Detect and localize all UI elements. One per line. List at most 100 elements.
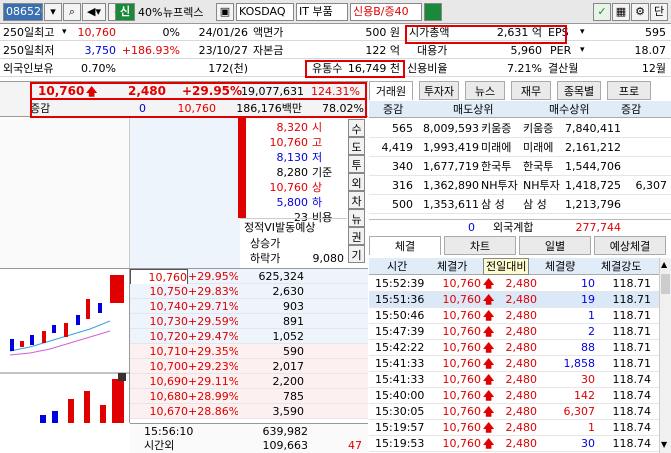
side-label-button[interactable]: 기	[348, 245, 365, 263]
trade-strength: 118.74	[612, 373, 652, 386]
tab-3[interactable]: 재무	[511, 81, 551, 100]
trade-row[interactable]: 15:41:33 10,760 🡅 2,480 30 118.74	[369, 372, 659, 388]
ob-qty: 590	[283, 345, 304, 358]
trade-time: 15:41:33	[375, 357, 425, 370]
side-label-button[interactable]: 차	[348, 191, 365, 209]
orderbook-row[interactable]: 10,670 +28.86% 3,590	[130, 404, 368, 419]
trade-qty: 88	[581, 341, 595, 354]
side-label-button[interactable]: 투	[348, 155, 365, 173]
trade-tab-3[interactable]: 예상체결	[594, 236, 666, 255]
ob-price: 10,730	[149, 315, 189, 328]
orderbook-row[interactable]: 10,700 +29.23% 2,017	[130, 359, 368, 374]
trade-row[interactable]: 15:19:53 10,760 🡅 2,480 30 118.74	[369, 436, 659, 452]
orderbook-row[interactable]: 10,710 +29.35% 590	[130, 344, 368, 359]
label-market-cap: 시가총액	[409, 26, 450, 39]
orderbook-row[interactable]: 10,680 +28.99% 785	[130, 389, 368, 404]
info-panel: 250일최고 ▾ 10,760 0% 24/01/26 액면가 500 원 시가…	[0, 25, 671, 79]
info-row-3: 외국인보유 0.70% 172(천) 유통수 16,749 천 신용비율 7.2…	[0, 61, 671, 77]
trade-time: 15:47:39	[375, 325, 425, 338]
side-label-button[interactable]: 수	[348, 119, 365, 137]
trade-row[interactable]: 15:42:22 10,760 🡅 2,480 88 118.71	[369, 340, 659, 356]
broker-buy-name: 미래에	[523, 141, 554, 154]
broker-buy-volume: 1,213,796	[565, 198, 621, 211]
side-label-button[interactable]: 도	[348, 137, 365, 155]
ob-qty: 3,590	[272, 405, 305, 418]
trade-tab-0[interactable]: 체결	[369, 236, 441, 255]
mini-chart[interactable]	[0, 268, 130, 423]
side-label-button[interactable]: 뉴	[348, 209, 365, 227]
volume: 19,077,631	[241, 85, 304, 98]
tab-0[interactable]: 거래원	[369, 81, 413, 100]
orderbook-row[interactable]: 10,760 +29.95% 625,324	[130, 269, 368, 286]
scroll-down-icon[interactable]: ▼	[661, 440, 667, 449]
vi-box: 정적VI발동예상 상승가 하락가 9,080	[240, 218, 347, 268]
dropdown-arrow-icon[interactable]: ▾	[580, 25, 585, 40]
orderbook-row[interactable]: 10,750 +29.83% 2,630	[130, 284, 368, 299]
orderbook-row[interactable]: 10,690 +29.11% 2,200	[130, 374, 368, 389]
trade-time: 15:19:53	[375, 437, 425, 450]
label-par-value: 액면가	[253, 26, 284, 39]
check-icon[interactable]: ✓	[593, 3, 611, 21]
trade-scrollbar[interactable]: ▲ ▼	[659, 258, 671, 453]
trade-tab-1[interactable]: 차트	[444, 236, 516, 255]
credit-badge[interactable]: 신	[115, 3, 135, 21]
side-label-button[interactable]: 권	[348, 227, 365, 245]
tab-4[interactable]: 종목별	[557, 81, 601, 100]
trade-row[interactable]: 15:50:46 10,760 🡅 2,480 1 118.71	[369, 308, 659, 324]
tab-1[interactable]: 투자자	[419, 81, 459, 100]
orderbook[interactable]: 10,760 +29.95% 625,324 10,750 +29.83% 2,630 10…	[130, 268, 368, 423]
credit-ratio: 7.21%	[507, 62, 542, 75]
broker-row[interactable]: 500 1,353,611 삼 성삼 성 1,213,796	[369, 195, 671, 214]
trade-row[interactable]: 15:41:33 10,760 🡅 2,480 1,858 118.71	[369, 356, 659, 372]
dropdown-arrow-icon[interactable]: ▾	[44, 3, 62, 21]
dropdown-arrow-icon[interactable]: ▾	[62, 25, 67, 40]
broker-row[interactable]: 565 8,009,593 키움증 키움증 7,840,411	[369, 119, 671, 138]
scroll-thumb[interactable]	[661, 274, 670, 294]
grid-icon[interactable]: ▦	[612, 3, 630, 21]
trade-row[interactable]: 15:40:00 10,760 🡅 2,480 142 118.74	[369, 388, 659, 404]
price-summary: 8,320 시 10,760 고 8,130 저 8,280 기준 10,760 상 5,800 하 2…	[250, 118, 346, 230]
trade-tab-2[interactable]: 일별	[519, 236, 591, 255]
gear-icon[interactable]: ⚙	[631, 3, 649, 21]
ob-pct: +29.47%	[188, 330, 238, 343]
trade-strength: 118.71	[612, 293, 652, 306]
broker-row[interactable]: 316 1,362,890 NH투자 NH투자 1,418,725 6,307	[369, 176, 671, 195]
broker-buy-name: NH투자	[523, 179, 560, 192]
trade-strength: 118.71	[612, 341, 652, 354]
orderbook-row[interactable]: 10,730 +29.59% 891	[130, 314, 368, 329]
broker-sell-change: 500	[392, 198, 413, 211]
broker-sell-volume: 8,009,593	[423, 122, 479, 135]
trade-row[interactable]: 15:47:39 10,760 🡅 2,480 2 118.71	[369, 324, 659, 340]
trade-header: 시간 체결가 전일대비 체결량 체결강도	[369, 258, 671, 275]
side-label-strip: 수도투외차뉴권기	[347, 118, 367, 268]
dropdown-arrow-icon[interactable]: ▾	[580, 43, 585, 58]
info-row-2: 250일최저 3,750 +186.93% 23/10/27 자본금 122 억…	[0, 43, 671, 59]
trade-col-change[interactable]: 전일대비	[483, 258, 530, 275]
quote-strip: 10,760 🡅 2,480 +29.95% 19,077,631 124.31…	[0, 81, 368, 117]
fiscal-month: 12월	[641, 62, 666, 75]
trade-change: 2,480	[505, 389, 538, 402]
trade-strength: 118.71	[612, 277, 652, 290]
trade-row[interactable]: 15:30:05 10,760 🡅 2,480 6,307 118.74	[369, 404, 659, 420]
broker-row[interactable]: 340 1,677,719 한국투 한국투 1,544,706	[369, 157, 671, 176]
search-icon[interactable]: ⌕	[63, 3, 81, 21]
trade-change: 2,480	[505, 309, 538, 322]
lock-icon[interactable]: ▣	[216, 3, 234, 21]
ob-qty: 891	[283, 315, 304, 328]
ob-qty: 1,052	[272, 330, 305, 343]
broker-row[interactable]: 4,419 1,993,419 미래에 미래에 2,161,212	[369, 138, 671, 157]
eps: 595	[645, 26, 666, 39]
single-button[interactable]: 단	[650, 3, 668, 21]
trade-row[interactable]: 15:51:36 10,760 🡅 2,480 19 118.71	[369, 292, 659, 308]
tab-2[interactable]: 뉴스	[465, 81, 505, 100]
side-label-button[interactable]: 외	[348, 173, 365, 191]
trade-row[interactable]: 15:52:39 10,760 🡅 2,480 10 118.71	[369, 276, 659, 292]
speaker-icon[interactable]: ◀▾	[82, 3, 106, 21]
broker-col-change: 증감	[383, 103, 404, 116]
stock-code-input[interactable]: 086520	[3, 3, 43, 21]
orderbook-row[interactable]: 10,720 +29.47% 1,052	[130, 329, 368, 344]
orderbook-row[interactable]: 10,740 +29.71% 903	[130, 299, 368, 314]
tab-5[interactable]: 프로	[607, 81, 651, 100]
scroll-up-icon[interactable]: ▲	[661, 260, 667, 269]
trade-row[interactable]: 15:19:57 10,760 🡅 2,480 1 118.74	[369, 420, 659, 436]
